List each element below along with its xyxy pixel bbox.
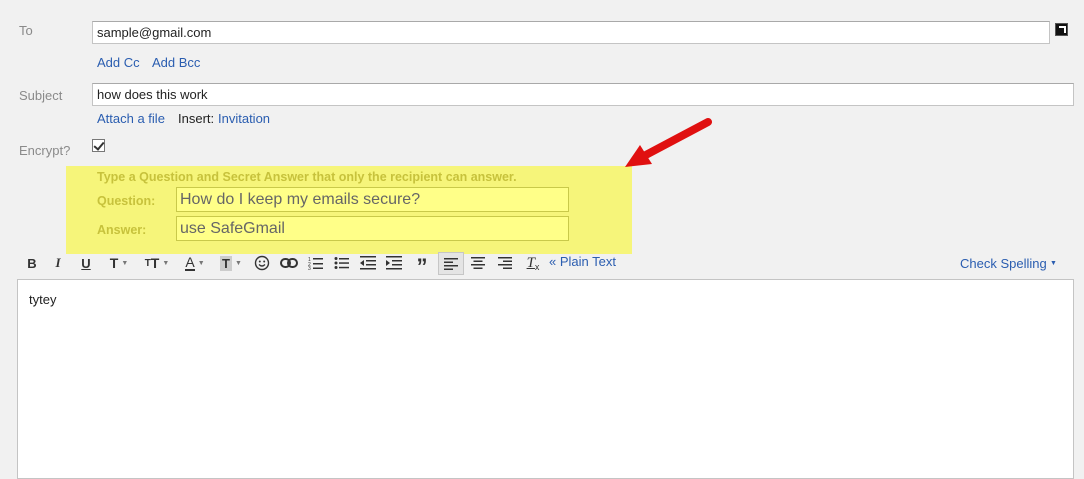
align-center-icon (471, 257, 485, 269)
indent-more-button[interactable] (384, 252, 404, 274)
add-cc-link[interactable]: Add Cc (97, 55, 140, 70)
font-size-icon-large: T (150, 255, 160, 271)
align-right-button[interactable] (495, 252, 515, 274)
font-size-button[interactable]: T T ▼ (140, 252, 174, 274)
message-body-text: tytey (29, 292, 57, 307)
svg-text:3: 3 (308, 266, 311, 270)
quote-button[interactable]: ” (412, 252, 432, 278)
attach-file-link[interactable]: Attach a file (97, 111, 165, 126)
highlight-color-button[interactable]: T ▼ (216, 252, 246, 274)
italic-button[interactable]: I (48, 252, 68, 274)
to-field[interactable] (92, 21, 1050, 44)
emoji-button[interactable] (252, 252, 272, 274)
bold-button[interactable]: B (22, 252, 42, 274)
bulleted-list-button[interactable] (332, 252, 352, 274)
qa-instruction: Type a Question and Secret Answer that o… (97, 170, 517, 184)
answer-input[interactable] (176, 216, 569, 241)
bulleted-list-icon (334, 257, 349, 269)
subject-field[interactable] (92, 83, 1074, 106)
chevron-down-icon: ▼ (162, 259, 170, 267)
link-icon (280, 258, 298, 268)
chevron-down-icon: ▼ (121, 259, 129, 267)
font-button[interactable]: T ▼ (104, 252, 134, 274)
secret-qa-panel: Type a Question and Secret Answer that o… (66, 166, 632, 254)
text-color-button[interactable]: A ▼ (180, 252, 210, 274)
align-left-icon (444, 257, 458, 270)
subject-label: Subject (19, 88, 63, 103)
question-label: Question: (97, 194, 156, 208)
chevron-down-icon: ▼ (197, 259, 205, 267)
smiley-icon (254, 255, 270, 271)
align-right-icon (498, 257, 512, 269)
clear-format-icon: T (526, 254, 535, 271)
highlight-icon: T (220, 255, 232, 271)
link-button[interactable] (278, 252, 300, 274)
popout-icon[interactable] (1055, 23, 1068, 36)
chevron-down-icon[interactable]: ▼ (1050, 260, 1057, 267)
plain-text-link[interactable]: « Plain Text (549, 254, 616, 269)
numbered-list-button[interactable]: 1 2 3 (306, 252, 326, 274)
indent-less-button[interactable] (358, 252, 378, 274)
check-spelling-link[interactable]: Check Spelling (960, 256, 1047, 271)
to-label: To (19, 23, 33, 38)
encrypt-label: Encrypt? (19, 143, 71, 158)
font-icon: T (109, 255, 119, 271)
message-body-editor[interactable]: tytey (17, 279, 1074, 479)
question-input[interactable] (176, 187, 569, 212)
align-left-button[interactable] (438, 252, 464, 275)
quote-icon: ” (416, 254, 428, 279)
invitation-link[interactable]: Invitation (218, 111, 270, 126)
underline-button[interactable]: U (76, 252, 96, 274)
red-arrow-icon (625, 118, 712, 167)
remove-formatting-button[interactable]: Tx (522, 252, 544, 274)
format-toolbar: B I U T ▼ T T ▼ A ▼ T ▼ 1 2 3 ” T x « Pl… (18, 252, 1084, 278)
answer-label: Answer: (97, 223, 147, 237)
align-center-button[interactable] (468, 252, 488, 274)
indent-less-icon (360, 256, 376, 270)
add-bcc-link[interactable]: Add Bcc (152, 55, 200, 70)
clear-x-icon: x (534, 262, 540, 272)
text-color-icon: A (185, 253, 195, 271)
indent-more-icon (386, 256, 402, 270)
insert-label: Insert: (178, 111, 215, 126)
numbered-list-icon: 1 2 3 (308, 257, 323, 270)
encrypt-checkbox[interactable] (92, 139, 105, 152)
chevron-down-icon: ▼ (235, 259, 242, 267)
